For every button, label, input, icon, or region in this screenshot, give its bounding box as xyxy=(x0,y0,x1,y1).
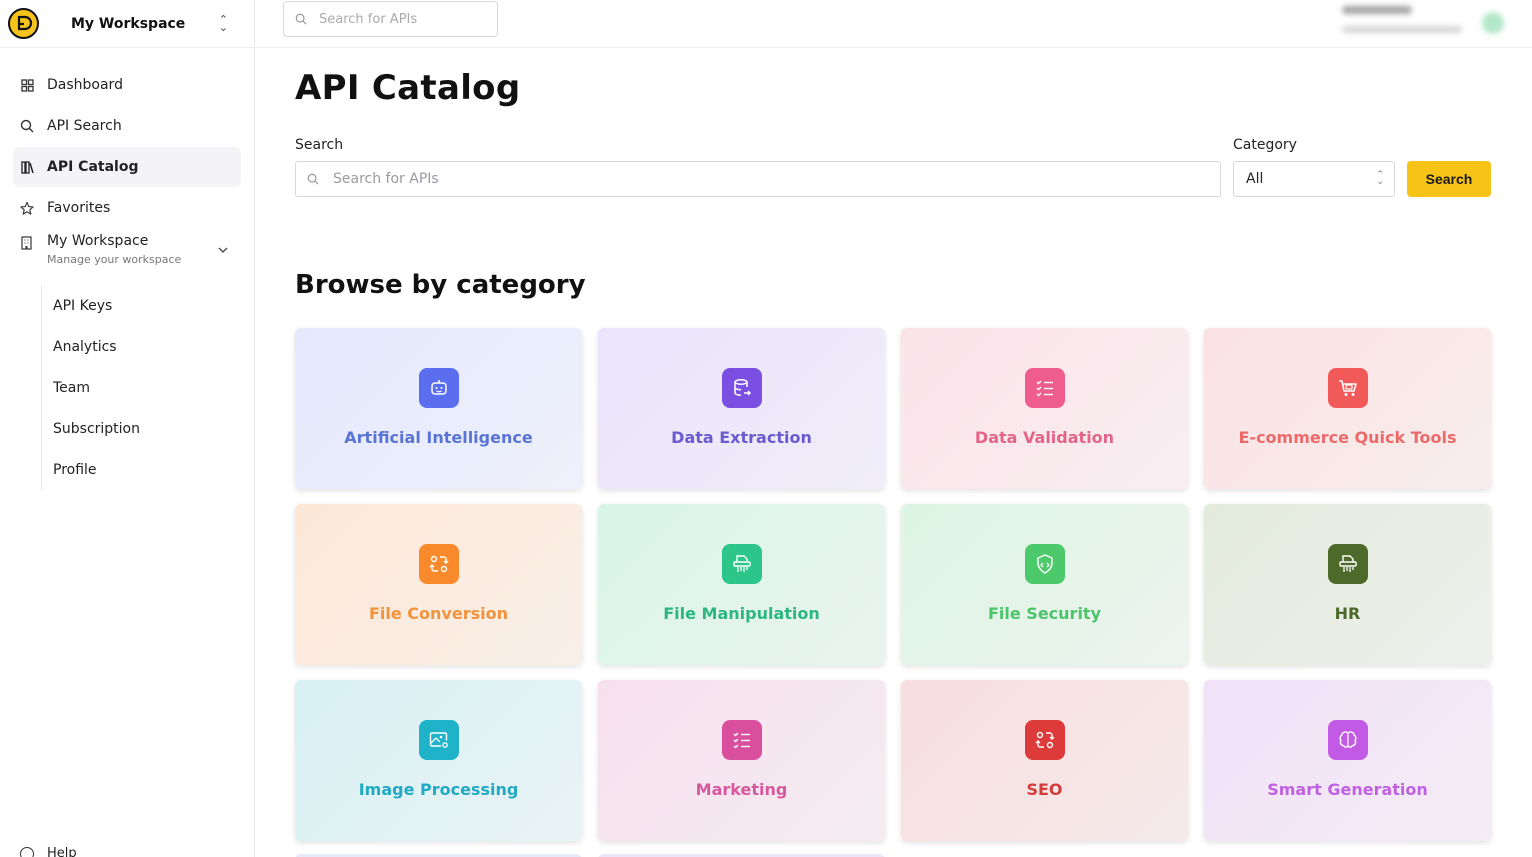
brain-icon xyxy=(1327,720,1368,760)
sidebar-item-label: Dashboard xyxy=(47,77,123,93)
top-search-input[interactable]: Search for APIs xyxy=(283,1,498,37)
category-card-smart-generation[interactable]: Smart Generation xyxy=(1204,680,1491,841)
category-card-artificial-intelligence[interactable]: Artificial Intelligence xyxy=(295,328,582,489)
search-icon xyxy=(20,119,34,133)
sidebar-item-favorites[interactable]: Favorites xyxy=(13,188,241,228)
help-icon xyxy=(20,846,34,857)
image-gear-icon xyxy=(418,720,459,760)
file-shred-icon xyxy=(721,544,762,584)
star-icon xyxy=(20,201,34,215)
category-card-image-processing[interactable]: Image Processing xyxy=(295,680,582,841)
subnav-item-api-keys[interactable]: API Keys xyxy=(53,285,241,326)
sidebar-item-my-workspace[interactable]: My Workspace Manage your workspace xyxy=(13,229,241,281)
search-label: Search xyxy=(295,137,344,153)
category-selected-value: All xyxy=(1246,171,1264,187)
subnav-item-analytics[interactable]: Analytics xyxy=(53,326,241,367)
category-name: File Conversion xyxy=(368,604,508,623)
category-name: Smart Generation xyxy=(1267,780,1428,799)
category-name: SEO xyxy=(1026,780,1063,799)
sidebar-item-help[interactable]: Help xyxy=(20,846,77,857)
workspace-sublabel: Manage your workspace xyxy=(47,253,182,266)
subnav-item-team[interactable]: Team xyxy=(53,367,241,408)
category-select[interactable]: All ⌃ ⌄ xyxy=(1233,161,1395,197)
category-card-file-security[interactable]: File Security xyxy=(901,504,1188,665)
chevron-updown-icon: ⌃ ⌄ xyxy=(218,12,228,34)
subnav-item-subscription[interactable]: Subscription xyxy=(53,408,241,449)
sidebar-item-dashboard[interactable]: Dashboard xyxy=(13,65,241,105)
shopping-cart-icon xyxy=(1327,368,1368,408)
chevron-down-icon[interactable] xyxy=(218,241,228,257)
category-name: HR xyxy=(1334,604,1361,623)
category-name: File Security xyxy=(987,604,1102,623)
database-export-icon xyxy=(721,368,762,408)
workspace-label: My Workspace xyxy=(47,233,149,249)
workspace-subnav: API Keys Analytics Team Subscription Pro… xyxy=(41,285,241,490)
checklist-icon xyxy=(721,720,762,760)
dashboard-grid-icon xyxy=(20,78,34,92)
building-icon xyxy=(20,236,34,250)
convert-icon xyxy=(418,544,459,584)
convert-icon xyxy=(1024,720,1065,760)
category-grid: Artificial Intelligence Data Extraction … xyxy=(295,328,1491,841)
sidebar-nav: Dashboard API Search API Catalog Favorit… xyxy=(0,65,254,490)
robot-icon xyxy=(418,368,459,408)
sidebar-item-label: Favorites xyxy=(47,200,111,216)
user-menu[interactable] xyxy=(1302,4,1512,46)
search-icon xyxy=(295,13,307,25)
category-card-data-validation[interactable]: Data Validation xyxy=(901,328,1188,489)
subnav-item-profile[interactable]: Profile xyxy=(53,449,241,490)
sidebar-item-label: API Search xyxy=(47,118,122,134)
category-label: Category xyxy=(1233,137,1297,153)
category-card-hr[interactable]: HR xyxy=(1204,504,1491,665)
category-name: E-commerce Quick Tools xyxy=(1238,428,1457,447)
category-card-seo[interactable]: SEO xyxy=(901,680,1188,841)
category-name: Data Extraction xyxy=(671,428,812,447)
help-label: Help xyxy=(47,846,77,857)
category-name: Data Validation xyxy=(974,428,1115,447)
category-name: Image Processing xyxy=(358,780,519,799)
top-search-placeholder: Search for APIs xyxy=(319,11,418,27)
sidebar-item-api-search[interactable]: API Search xyxy=(13,106,241,146)
category-card-marketing[interactable]: Marketing xyxy=(598,680,885,841)
top-bar: Search for APIs xyxy=(256,0,1532,48)
sidebar: My Workspace ⌃ ⌄ Dashboard API Search API… xyxy=(0,0,255,857)
sidebar-item-label: API Catalog xyxy=(47,159,139,175)
browse-title: Browse by category xyxy=(295,270,586,300)
catalog-search-placeholder: Search for APIs xyxy=(333,171,439,187)
category-name: File Manipulation xyxy=(663,604,820,623)
chevron-updown-icon: ⌃ ⌄ xyxy=(1376,170,1384,187)
category-card-e-commerce-quick-tools[interactable]: E-commerce Quick Tools xyxy=(1204,328,1491,489)
sidebar-item-api-catalog[interactable]: API Catalog xyxy=(13,147,241,187)
category-card-data-extraction[interactable]: Data Extraction xyxy=(598,328,885,489)
category-card-file-conversion[interactable]: File Conversion xyxy=(295,504,582,665)
file-shred-icon xyxy=(1327,544,1368,584)
catalog-icon xyxy=(20,160,34,174)
workspace-switcher[interactable]: My Workspace ⌃ ⌄ xyxy=(0,0,254,48)
search-icon xyxy=(307,173,319,185)
workspace-name: My Workspace xyxy=(71,15,186,32)
avatar xyxy=(1482,12,1504,34)
category-name: Marketing xyxy=(695,780,788,799)
category-name: Artificial Intelligence xyxy=(344,428,533,447)
shield-code-icon xyxy=(1024,544,1065,584)
category-card-file-manipulation[interactable]: File Manipulation xyxy=(598,504,885,665)
page-title: API Catalog xyxy=(295,68,521,108)
checklist-icon xyxy=(1024,368,1065,408)
catalog-search-input[interactable]: Search for APIs xyxy=(295,161,1221,197)
search-button[interactable]: Search xyxy=(1407,161,1491,197)
app-logo xyxy=(8,8,39,39)
